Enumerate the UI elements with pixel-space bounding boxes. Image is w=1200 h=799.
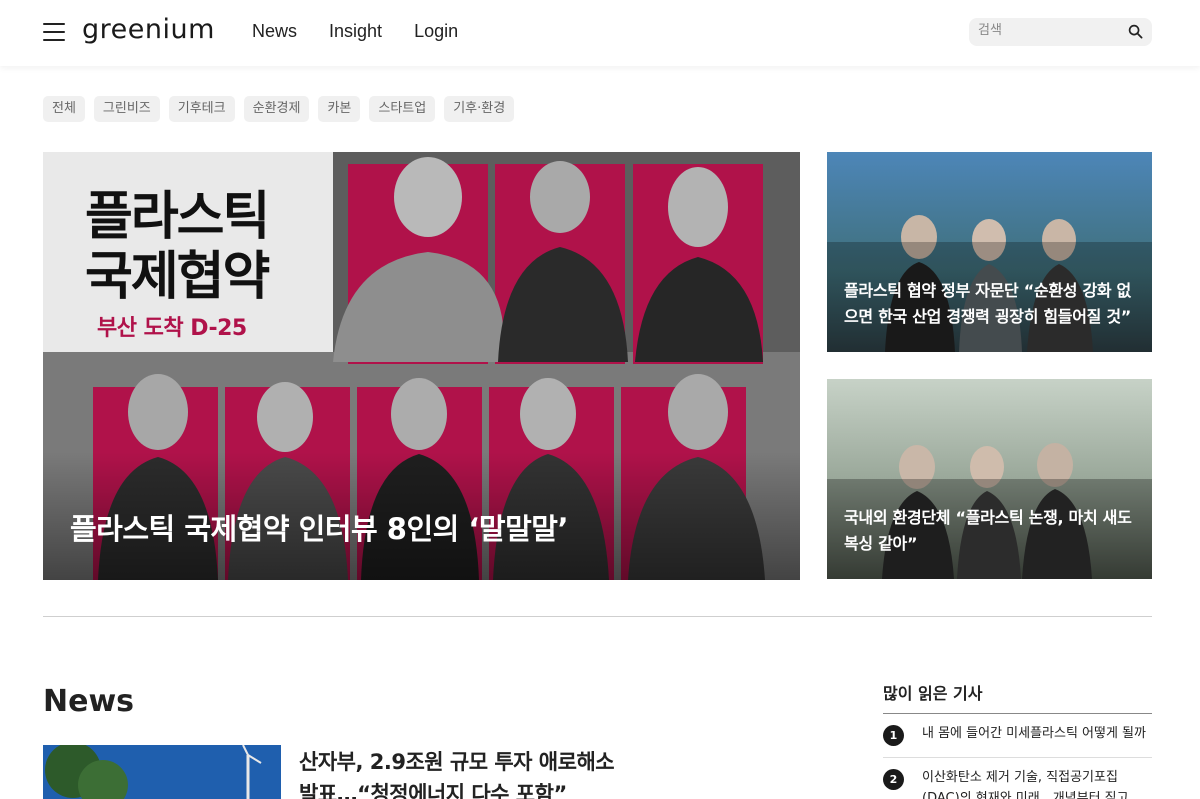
site-logo[interactable]: greenium [82,14,215,45]
category-filter: 전체 그린비즈 기후테크 순환경제 카본 스타트업 기후·환경 [43,96,523,122]
side-article-title[interactable]: 플라스틱 협약 정부 자문단 “순환성 강화 없으면 한국 산업 경쟁력 굉장히… [844,278,1139,330]
side-article-title[interactable]: 국내외 환경단체 “플라스틱 논쟁, 마치 새도복싱 같아” [844,505,1139,557]
rank-badge: 2 [883,769,904,790]
side-article[interactable]: 국내외 환경단체 “플라스틱 논쟁, 마치 새도복싱 같아” [827,379,1152,579]
popular-heading: 많이 읽은 기사 [883,684,983,703]
popular-divider [883,713,1152,714]
news-article-title[interactable]: 산자부, 2.9조원 규모 투자 애로해소 발표…“청정에너지 다수 포함” [299,746,639,799]
section-divider [43,616,1152,617]
news-section-heading: News [43,684,135,719]
nav-insight[interactable]: Insight [329,21,382,42]
category-carbon[interactable]: 카본 [318,96,361,122]
popular-separator [883,757,1152,758]
category-climatetech[interactable]: 기후테크 [168,96,235,122]
search-input[interactable] [978,23,1118,38]
category-circular[interactable]: 순환경제 [243,96,310,122]
category-startup[interactable]: 스타트업 [369,96,436,122]
poster-headline: 플라스틱 국제협약 [85,187,270,307]
popular-item-title[interactable]: 내 몸에 들어간 미세플라스틱 어떻게 될까 [922,723,1152,744]
hero-title[interactable]: 플라스틱 국제협약 인터뷰 8인의 ‘말말말’ [70,506,568,548]
site-header: greenium News Insight Login [0,0,1200,66]
search-box [969,18,1152,46]
category-climate-env[interactable]: 기후·환경 [444,96,515,122]
nav-login[interactable]: Login [414,21,458,42]
popular-item-title[interactable]: 이산화탄소 제거 기술, 직접공기포집(DAC)의 현재와 미래…개념부터 짚고 [922,767,1152,799]
nav-news[interactable]: News [252,21,297,42]
wind-turbine-image [43,745,281,799]
category-greenbiz[interactable]: 그린비즈 [93,96,160,122]
poster-subtitle: 부산 도착 D-25 [97,316,247,341]
news-thumbnail[interactable] [43,745,281,799]
search-icon[interactable] [1128,24,1143,39]
menu-icon[interactable] [43,23,65,41]
hero-article[interactable]: 플라스틱 국제협약 부산 도착 D-25 플라스틱 국제협약 인터뷰 8인의 ‘… [43,152,800,580]
category-all[interactable]: 전체 [43,96,85,122]
main-nav: News Insight Login [252,21,490,42]
rank-badge: 1 [883,725,904,746]
side-article[interactable]: 플라스틱 협약 정부 자문단 “순환성 강화 없으면 한국 산업 경쟁력 굉장히… [827,152,1152,352]
